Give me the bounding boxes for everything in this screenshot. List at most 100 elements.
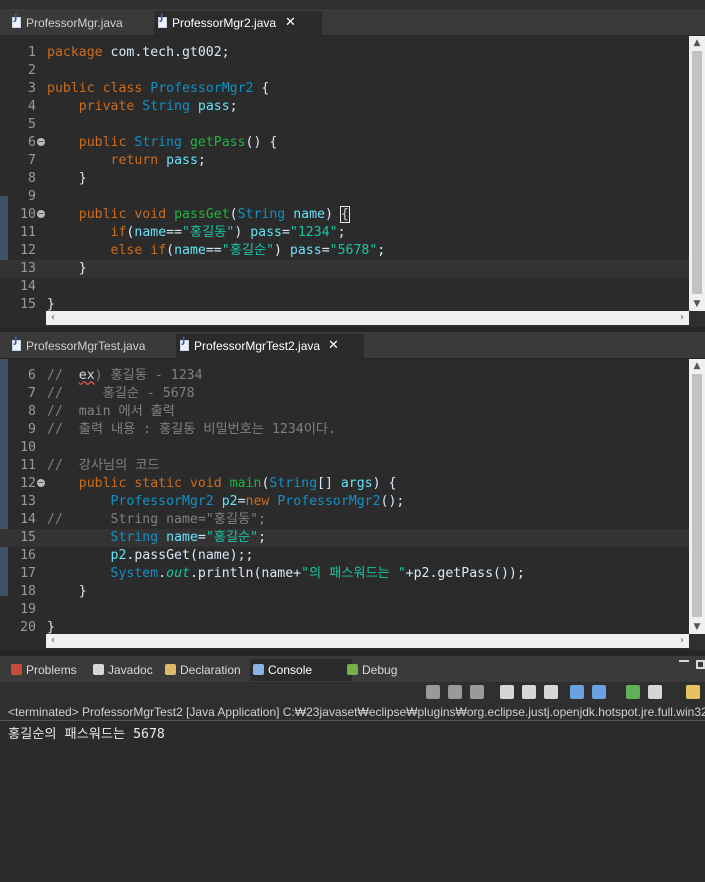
line-number: 8	[28, 171, 36, 186]
code-text: public static void main(String[] args) {	[78, 476, 397, 491]
remove-all-icon[interactable]	[470, 685, 484, 699]
terminate-icon[interactable]	[426, 685, 440, 699]
tab-label: ProfessorMgrTest2.java	[194, 339, 321, 353]
minimize-icon[interactable]	[679, 660, 689, 662]
code-line[interactable]: 11 // 강사님의 코드	[0, 457, 689, 475]
scroll-up-arrow-icon[interactable]: ▲	[689, 359, 705, 373]
code-line[interactable]: 6− public String getPass() {	[0, 134, 689, 152]
line-number: 14	[20, 512, 36, 527]
code-line[interactable]: 14	[0, 278, 689, 296]
code-line[interactable]: 13 }	[0, 260, 689, 278]
code-line[interactable]: 3 public class ProfessorMgr2 {	[0, 80, 689, 98]
code-line[interactable]: 8 }	[0, 170, 689, 188]
code-editor-professormgr2[interactable]: 1 package com.tech.gt002; 2 3 public class P…	[0, 36, 689, 327]
scroll-down-arrow-icon[interactable]: ▼	[689, 620, 705, 634]
tab-label: Declaration	[180, 663, 241, 677]
scroll-lock-icon[interactable]	[500, 685, 514, 699]
code-line[interactable]: 15 String name="홍길순";	[0, 529, 689, 547]
code-line[interactable]: 7 // 홍길순 - 5678	[0, 385, 689, 403]
console-output-area[interactable]: 홍길순의 패스워드는 5678	[0, 720, 705, 882]
code-line[interactable]: 5	[0, 116, 689, 134]
tab-console[interactable]: Console	[250, 659, 352, 681]
tab-javadoc[interactable]: Javadoc	[90, 659, 172, 681]
java-file-icon	[180, 336, 189, 351]
code-text: package com.tech.gt002;	[47, 45, 230, 60]
code-text: String name="홍길순";	[110, 530, 267, 545]
line-number: 10	[20, 440, 36, 455]
scroll-thumb[interactable]	[692, 51, 702, 294]
bottom-vertical-scrollbar[interactable]: ▲ ▼	[689, 359, 705, 634]
scroll-down-arrow-icon[interactable]: ▼	[689, 297, 705, 311]
code-line[interactable]: 12 else if(name=="홍길순") pass="5678";	[0, 242, 689, 260]
maximize-icon[interactable]	[696, 660, 705, 669]
problems-icon	[11, 664, 22, 675]
bottom-horizontal-scrollbar[interactable]: ‹ ›	[46, 634, 689, 648]
code-line[interactable]: 4 private String pass;	[0, 98, 689, 116]
tab-label: Problems	[26, 663, 77, 677]
code-line[interactable]: 12− public static void main(String[] arg…	[0, 475, 689, 493]
code-line[interactable]: 13 ProfessorMgr2 p2=new ProfessorMgr2();	[0, 493, 689, 511]
code-line[interactable]: 9	[0, 188, 689, 206]
scroll-up-arrow-icon[interactable]: ▲	[689, 36, 705, 50]
show-stdout-icon[interactable]	[544, 685, 558, 699]
tab-debug[interactable]: Debug	[344, 659, 422, 681]
code-line[interactable]: 1 package com.tech.gt002;	[0, 44, 689, 62]
line-number: 13	[20, 494, 36, 509]
code-line[interactable]: 14 // String name="홍길동";	[0, 511, 689, 529]
code-line[interactable]: 19	[0, 601, 689, 619]
fold-toggle-icon[interactable]: −	[37, 479, 45, 487]
bottom-editor-panel: ProfessorMgrTest.java ProfessorMgrTest2.…	[0, 332, 705, 650]
close-tab-icon[interactable]: ✕	[328, 334, 339, 358]
console-header-text: <terminated> ProfessorMgrTest2 [Java App…	[8, 705, 705, 719]
line-number: 9	[28, 189, 36, 204]
scroll-left-arrow-icon[interactable]: ‹	[46, 311, 60, 325]
tab-professormgr-java[interactable]: ProfessorMgr.java	[8, 11, 164, 35]
top-horizontal-scrollbar[interactable]: ‹ ›	[46, 311, 689, 325]
code-line[interactable]: 10	[0, 439, 689, 457]
line-number: 14	[20, 279, 36, 294]
display-console-icon[interactable]	[648, 685, 662, 699]
code-text: // 출력 내용 : 홍길동 비밀번호는 1234이다.	[47, 422, 336, 437]
show-stderr-icon[interactable]	[592, 685, 606, 699]
code-line[interactable]: 11 if(name=="홍길동") pass="1234";	[0, 224, 689, 242]
line-number: 12	[20, 476, 36, 491]
scroll-left-arrow-icon[interactable]: ‹	[46, 634, 60, 648]
code-line[interactable]: 10− public void passGet(String name) {	[0, 206, 689, 224]
code-text: public class ProfessorMgr2 {	[47, 81, 270, 96]
scroll-right-arrow-icon[interactable]: ›	[675, 311, 689, 325]
code-line[interactable]: 18 }	[0, 583, 689, 601]
new-console-icon[interactable]	[686, 685, 700, 699]
line-number: 7	[28, 386, 36, 401]
code-text: public String getPass() {	[78, 135, 278, 150]
scroll-thumb[interactable]	[692, 374, 702, 617]
close-tab-icon[interactable]: ✕	[285, 11, 296, 35]
code-editor-professormgrtest2[interactable]: 6 // ex) 홍길동 - 1234 7 // 홍길순 - 5678 8 // main…	[0, 359, 689, 650]
fold-toggle-icon[interactable]: −	[37, 210, 45, 218]
code-line[interactable]: 2	[0, 62, 689, 80]
code-line[interactable]: 9 // 출력 내용 : 홍길동 비밀번호는 1234이다.	[0, 421, 689, 439]
code-line[interactable]: 6 // ex) 홍길동 - 1234	[0, 367, 689, 385]
code-text: }	[47, 584, 87, 599]
line-number: 5	[28, 117, 36, 132]
bottom-editor-tabbar: ProfessorMgrTest.java ProfessorMgrTest2.…	[0, 332, 705, 359]
tab-professormgrtest2-java[interactable]: ProfessorMgrTest2.java ✕	[176, 334, 364, 358]
tab-professormgr2-java[interactable]: ProfessorMgr2.java ✕	[154, 11, 322, 35]
code-line[interactable]: 7 return pass;	[0, 152, 689, 170]
code-line[interactable]: 17 System.out.println(name+"의 패스워드는 "+p2…	[0, 565, 689, 583]
pin-console-icon[interactable]	[570, 685, 584, 699]
tab-professormgrtest-java[interactable]: ProfessorMgrTest.java	[8, 334, 186, 358]
code-line[interactable]: 8 // main 에서 출력	[0, 403, 689, 421]
scroll-right-arrow-icon[interactable]: ›	[675, 634, 689, 648]
remove-launch-icon[interactable]	[448, 685, 462, 699]
tab-problems[interactable]: Problems	[8, 659, 100, 681]
line-number: 1	[28, 45, 36, 60]
tab-label: Console	[268, 663, 313, 677]
word-wrap-icon[interactable]	[522, 685, 536, 699]
code-line[interactable]: 16 p2.passGet(name);;	[0, 547, 689, 565]
tab-declaration[interactable]: Declaration	[162, 659, 262, 681]
line-number: 6	[28, 135, 36, 150]
java-file-icon	[158, 13, 167, 28]
top-vertical-scrollbar[interactable]: ▲ ▼	[689, 36, 705, 311]
open-console-icon[interactable]	[626, 685, 640, 699]
fold-toggle-icon[interactable]: −	[37, 138, 45, 146]
